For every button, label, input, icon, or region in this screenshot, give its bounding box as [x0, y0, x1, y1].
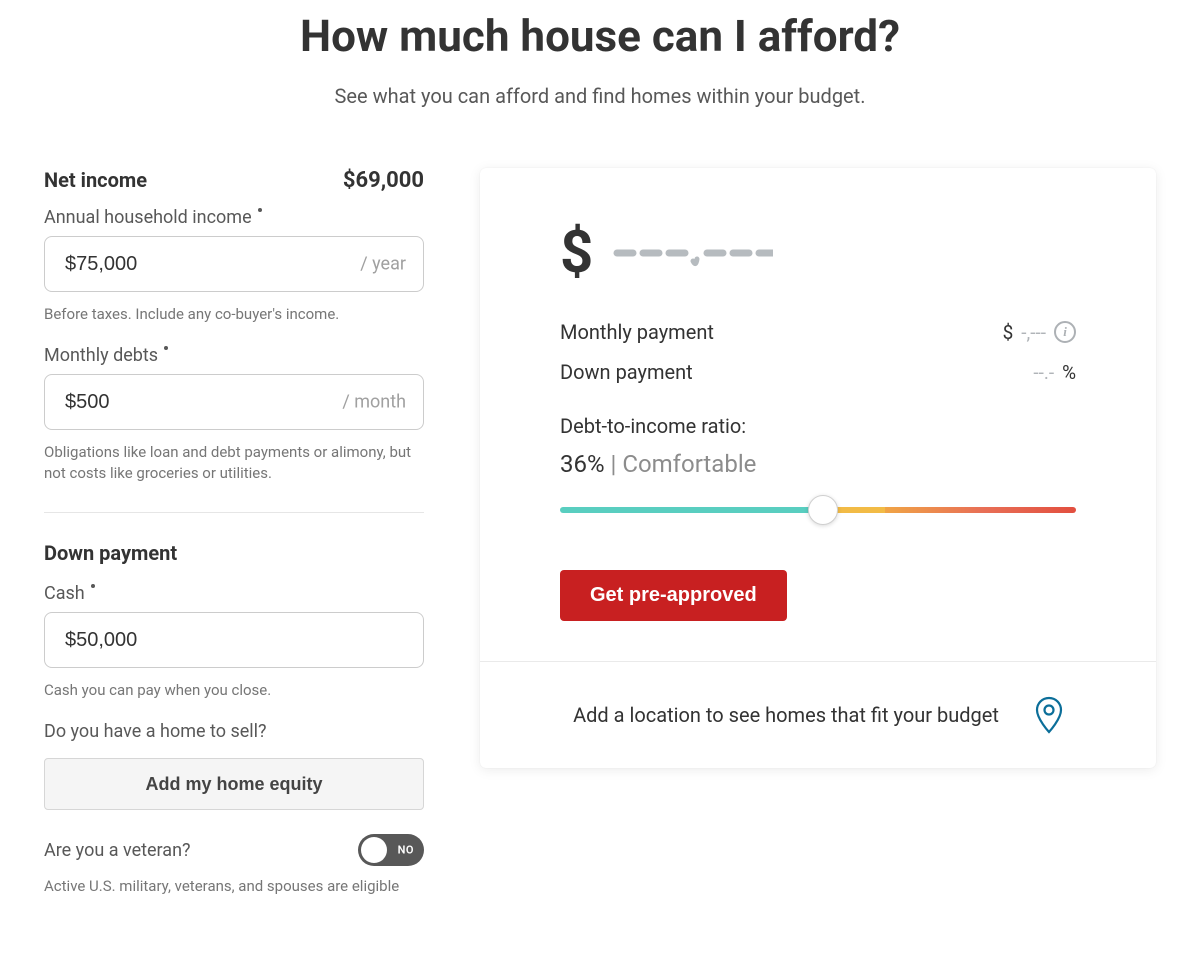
annual-income-help: Before taxes. Include any co-buyer's inc… — [44, 304, 424, 325]
veteran-toggle[interactable]: NO — [358, 834, 424, 866]
annual-income-label-text: Annual household income — [44, 207, 252, 228]
net-income-value: $69,000 — [343, 168, 424, 193]
net-income-heading: Net income — [44, 168, 147, 192]
monthly-payment-value: -,--- — [1021, 321, 1046, 344]
results-card: $ — [480, 168, 1156, 768]
cash-input[interactable] — [44, 612, 424, 668]
page-title: How much house can I afford? — [44, 10, 1156, 62]
cash-label: Cash — [44, 583, 424, 604]
down-payment-pct-label: Down payment — [560, 360, 693, 384]
info-dot-icon[interactable] — [91, 584, 95, 588]
cash-label-text: Cash — [44, 583, 85, 604]
dti-status: Comfortable — [622, 450, 756, 478]
toggle-knob-icon — [361, 837, 387, 863]
annual-income-input[interactable] — [44, 236, 424, 292]
location-prompt: Add a location to see homes that fit you… — [573, 703, 999, 727]
price-placeholder — [613, 235, 773, 271]
monthly-debts-label: Monthly debts — [44, 345, 424, 366]
info-dot-icon[interactable] — [164, 346, 168, 350]
dti-percent: 36% — [560, 450, 605, 478]
down-payment-heading: Down payment — [44, 541, 424, 565]
affordability-form: Net income $69,000 Annual household inco… — [44, 168, 424, 897]
price-currency: $ — [560, 224, 593, 282]
monthly-payment-currency: $ — [1003, 321, 1014, 344]
section-divider — [44, 512, 424, 513]
get-pre-approved-button[interactable]: Get pre-approved — [560, 570, 787, 621]
down-payment-pct-value: --.- — [1033, 361, 1054, 384]
map-pin-icon[interactable] — [1035, 696, 1063, 734]
page-subtitle: See what you can afford and find homes w… — [44, 84, 1156, 108]
dti-separator: | — [605, 450, 623, 478]
monthly-debts-help: Obligations like loan and debt payments … — [44, 442, 424, 484]
veteran-help: Active U.S. military, veterans, and spou… — [44, 876, 424, 897]
annual-income-label: Annual household income — [44, 207, 424, 228]
slider-handle[interactable] — [808, 495, 838, 525]
dti-slider[interactable] — [560, 500, 1076, 520]
down-payment-pct-unit: % — [1062, 361, 1076, 384]
dti-label: Debt-to-income ratio: — [560, 414, 1076, 438]
info-icon[interactable]: i — [1054, 321, 1076, 343]
home-to-sell-question: Do you have a home to sell? — [44, 721, 424, 742]
info-dot-icon[interactable] — [258, 208, 262, 212]
veteran-question: Are you a veteran? — [44, 840, 191, 861]
monthly-debts-label-text: Monthly debts — [44, 345, 158, 366]
dti-value-row: 36% | Comfortable — [560, 450, 1076, 478]
add-home-equity-button[interactable]: Add my home equity — [44, 758, 424, 810]
monthly-debts-input[interactable] — [44, 374, 424, 430]
cash-help: Cash you can pay when you close. — [44, 680, 424, 701]
monthly-payment-label: Monthly payment — [560, 320, 714, 344]
toggle-state-label: NO — [398, 844, 414, 857]
